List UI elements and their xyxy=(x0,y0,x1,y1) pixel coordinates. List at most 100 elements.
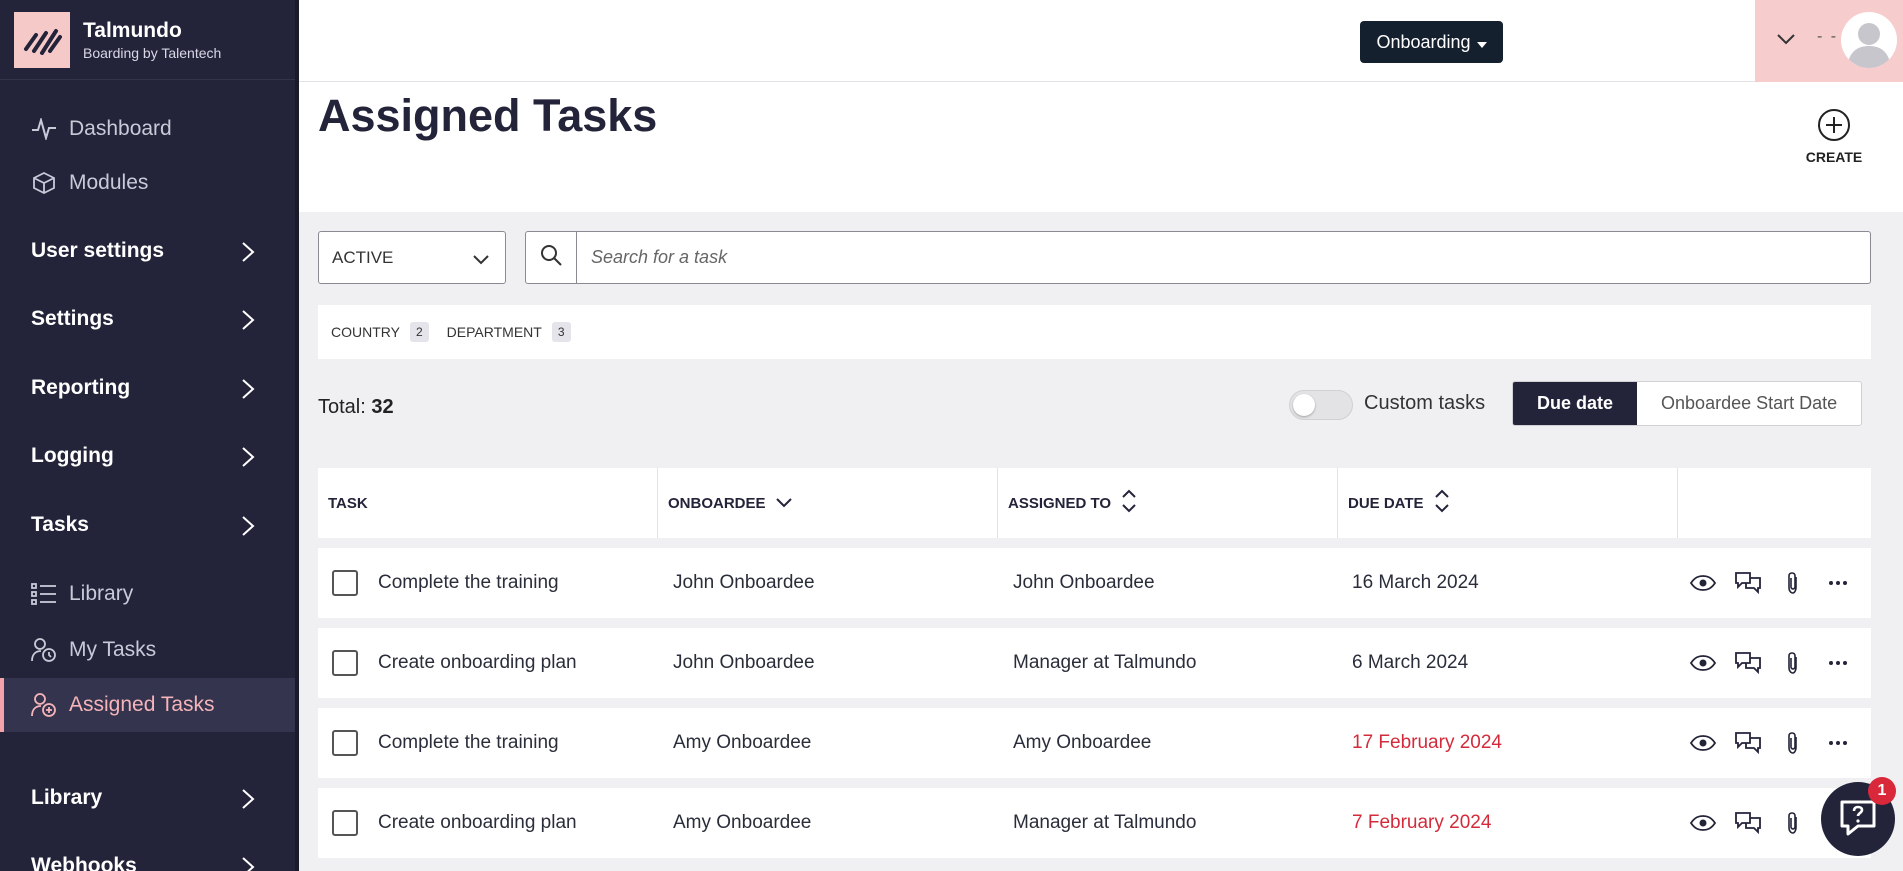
chevron-right-icon xyxy=(241,856,255,871)
column-header-label: ONBOARDEE xyxy=(668,494,766,512)
task-name[interactable]: Complete the training xyxy=(378,572,559,594)
sidebar-section-webhooks[interactable]: Webhooks xyxy=(0,841,295,871)
total-label: Total: xyxy=(318,396,366,418)
sidebar-item-label: My Tasks xyxy=(69,638,157,661)
chip-label: COUNTRY xyxy=(331,324,400,340)
paperclip-icon[interactable] xyxy=(1780,650,1806,676)
sort-icon xyxy=(1434,488,1450,518)
paperclip-icon[interactable] xyxy=(1780,810,1806,836)
user-menu[interactable]: - - xyxy=(1755,0,1903,82)
assigned-to-name: John Onboardee xyxy=(1013,572,1155,593)
top-bar: Onboarding - - xyxy=(299,0,1903,82)
sidebar-section-label: Settings xyxy=(31,307,114,330)
total-value: 32 xyxy=(371,396,394,418)
row-checkbox[interactable] xyxy=(332,810,358,836)
brand-name: Talmundo xyxy=(83,18,182,42)
table-row[interactable]: Complete the training John Onboardee Joh… xyxy=(318,548,1871,618)
column-header-actions xyxy=(1678,468,1871,538)
column-header-assigned-to[interactable]: ASSIGNED TO xyxy=(998,468,1338,538)
eye-icon[interactable] xyxy=(1690,570,1716,596)
sidebar-section-user-settings[interactable]: User settings xyxy=(0,226,295,276)
eye-icon[interactable] xyxy=(1690,650,1716,676)
table-row[interactable]: Create onboarding plan John Onboardee Ma… xyxy=(318,628,1871,698)
create-task-button[interactable]: CREATE xyxy=(1802,108,1866,165)
brand-header: Talmundo Boarding by Talentech xyxy=(0,0,295,80)
avatar[interactable] xyxy=(1841,12,1897,68)
more-icon[interactable] xyxy=(1825,570,1851,596)
page-title: Assigned Tasks xyxy=(318,90,658,141)
due-date: 16 March 2024 xyxy=(1352,572,1479,593)
task-search xyxy=(525,231,1871,284)
table-header: TASK ONBOARDEE ASSIGNED TO DUE DATE xyxy=(318,468,1871,538)
column-header-task[interactable]: TASK xyxy=(318,468,658,538)
search-input[interactable] xyxy=(577,232,1870,283)
help-chat-icon xyxy=(1838,798,1878,841)
task-name[interactable]: Complete the training xyxy=(378,732,559,754)
user-name: - - xyxy=(1817,28,1839,45)
more-icon[interactable] xyxy=(1825,650,1851,676)
module-switcher-button[interactable]: Onboarding xyxy=(1360,21,1503,63)
sidebar-section-tasks[interactable]: Tasks xyxy=(0,500,295,550)
sort-start-date-button[interactable]: Onboardee Start Date xyxy=(1637,382,1861,425)
sidebar-item-library[interactable]: Library xyxy=(0,570,295,618)
toggle-knob xyxy=(1293,394,1315,416)
chevron-right-icon xyxy=(241,241,255,268)
talmundo-logo[interactable] xyxy=(14,11,70,68)
eye-icon[interactable] xyxy=(1690,810,1716,836)
assigned-to-name: Manager at Talmundo xyxy=(1013,652,1197,673)
sidebar-item-my-tasks[interactable]: My Tasks xyxy=(0,626,295,674)
comments-icon[interactable] xyxy=(1735,730,1761,756)
table-row[interactable]: Complete the training Amy Onboardee Amy … xyxy=(318,708,1871,778)
task-name[interactable]: Create onboarding plan xyxy=(378,652,577,674)
caret-down-icon xyxy=(1476,32,1487,53)
eye-icon[interactable] xyxy=(1690,730,1716,756)
sidebar: Talmundo Boarding by Talentech Dashboard… xyxy=(0,0,295,871)
task-name[interactable]: Create onboarding plan xyxy=(378,812,577,834)
sidebar-section-settings[interactable]: Settings xyxy=(0,294,295,344)
column-header-label: DUE DATE xyxy=(1348,494,1424,512)
sidebar-item-label: Assigned Tasks xyxy=(69,693,215,716)
filter-chip-department[interactable]: DEPARTMENT 3 xyxy=(447,322,571,342)
chevron-down-icon[interactable] xyxy=(1777,32,1795,50)
column-header-onboardee[interactable]: ONBOARDEE xyxy=(658,468,998,538)
sidebar-section-logging[interactable]: Logging xyxy=(0,431,295,481)
chip-count: 3 xyxy=(551,322,571,342)
sidebar-section-label: Library xyxy=(31,786,103,809)
onboardee-name: Amy Onboardee xyxy=(673,812,812,833)
custom-tasks-toggle[interactable] xyxy=(1289,390,1353,420)
comments-icon[interactable] xyxy=(1735,570,1761,596)
sidebar-section-label: Reporting xyxy=(31,376,131,399)
sidebar-item-label: Library xyxy=(69,582,134,605)
assigned-to-name: Amy Onboardee xyxy=(1013,732,1152,753)
onboardee-name: John Onboardee xyxy=(673,652,815,673)
paperclip-icon[interactable] xyxy=(1780,730,1806,756)
column-header-label: ASSIGNED TO xyxy=(1008,494,1112,512)
sidebar-item-dashboard[interactable]: Dashboard xyxy=(0,106,295,152)
sidebar-item-assigned-tasks[interactable]: Assigned Tasks xyxy=(0,678,295,732)
row-checkbox[interactable] xyxy=(332,650,358,676)
onboardee-name: Amy Onboardee xyxy=(673,732,812,753)
more-icon[interactable] xyxy=(1825,730,1851,756)
sidebar-section-reporting[interactable]: Reporting xyxy=(0,363,295,413)
create-label: CREATE xyxy=(1805,149,1863,165)
due-date-overdue: 17 February 2024 xyxy=(1352,732,1502,753)
table-row[interactable]: Create onboarding plan Amy Onboardee Man… xyxy=(318,788,1871,858)
sidebar-section-library[interactable]: Library xyxy=(0,773,295,823)
chevron-down-icon xyxy=(473,250,489,270)
paperclip-icon[interactable] xyxy=(1780,570,1806,596)
chevron-right-icon xyxy=(241,515,255,542)
row-checkbox[interactable] xyxy=(332,570,358,596)
chip-label: DEPARTMENT xyxy=(446,324,542,340)
row-checkbox[interactable] xyxy=(332,730,358,756)
due-date-overdue: 7 February 2024 xyxy=(1352,812,1492,833)
chevron-right-icon xyxy=(241,788,255,815)
sidebar-item-modules[interactable]: Modules xyxy=(0,160,295,206)
column-header-due-date[interactable]: DUE DATE xyxy=(1338,468,1678,538)
brand-subtitle: Boarding by Talentech xyxy=(83,44,222,61)
comments-icon[interactable] xyxy=(1735,650,1761,676)
status-filter-select[interactable]: ACTIVE xyxy=(318,231,506,284)
filter-chip-country[interactable]: COUNTRY 2 xyxy=(331,322,429,342)
search-button[interactable] xyxy=(526,232,577,283)
sort-due-date-button[interactable]: Due date xyxy=(1513,382,1638,425)
comments-icon[interactable] xyxy=(1735,810,1761,836)
